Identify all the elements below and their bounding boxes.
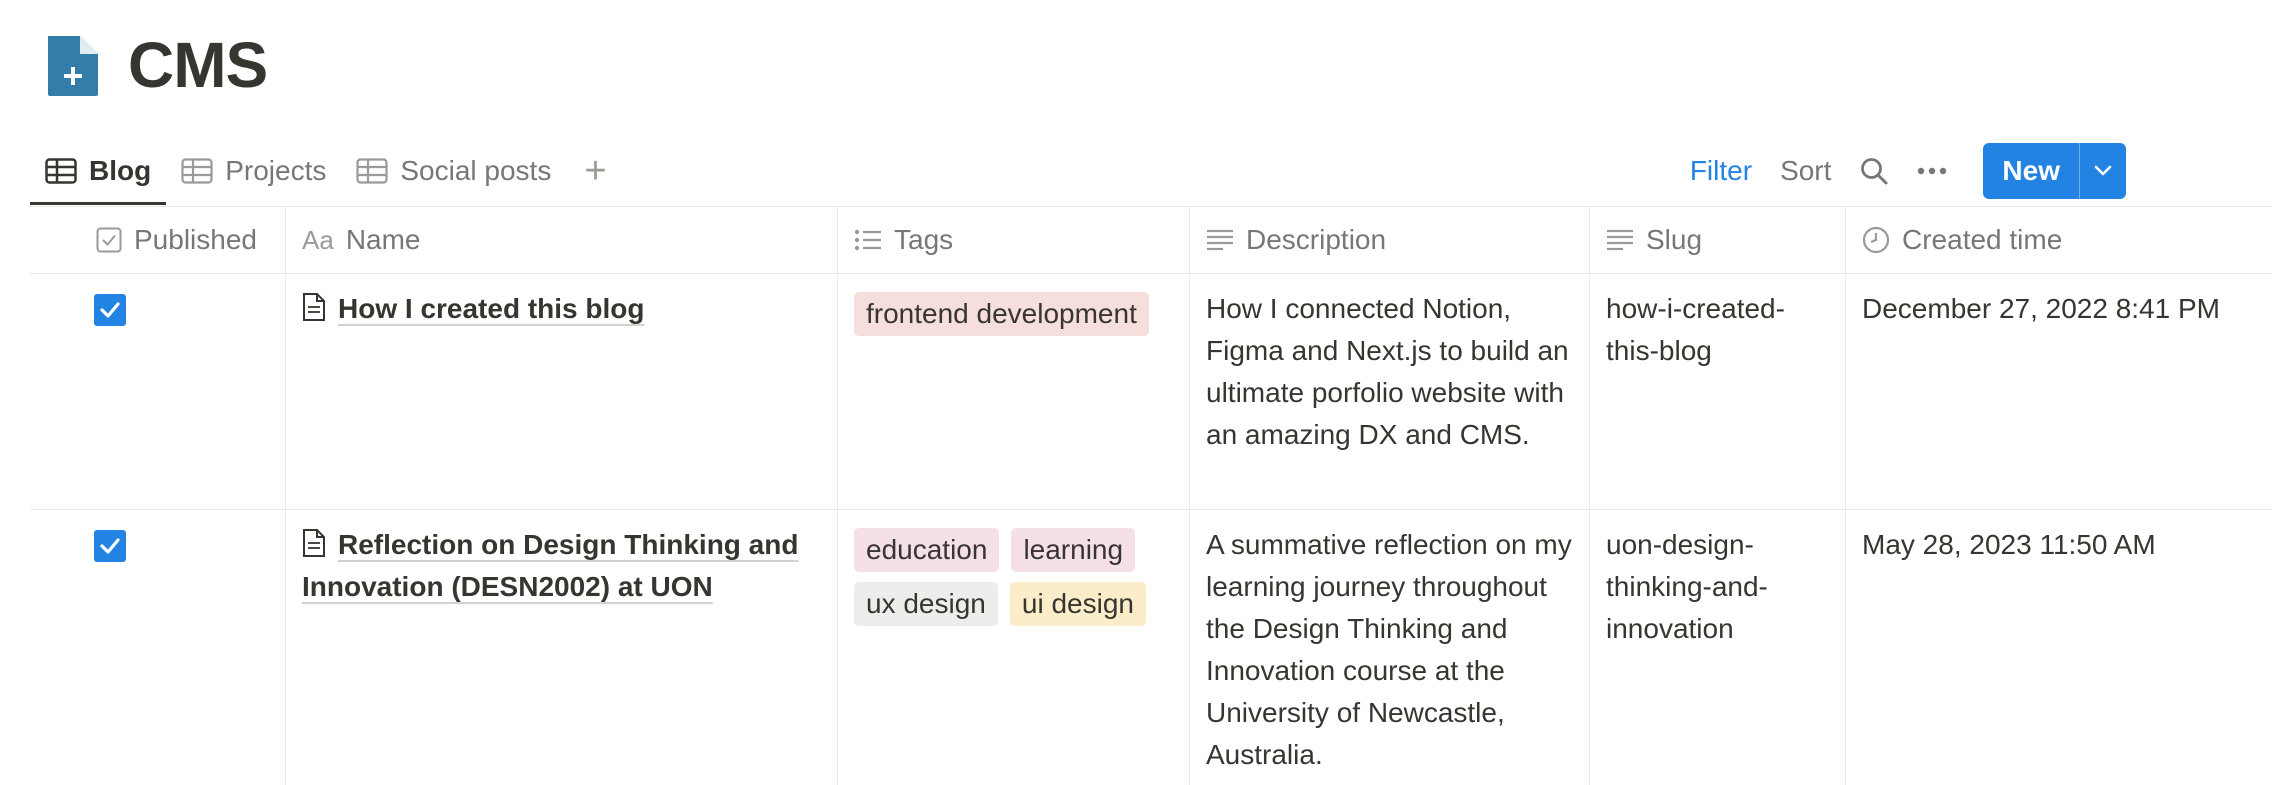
new-dropdown-button[interactable] <box>2079 143 2126 199</box>
tags-cell[interactable]: education learning ux design ui design <box>838 510 1190 785</box>
cms-database-page: CMS Blog Projects Social posts + Filter … <box>0 0 2272 785</box>
more-options-icon[interactable] <box>1917 166 1947 176</box>
new-button-group: New <box>1983 143 2126 199</box>
column-header-created-time[interactable]: Created time <box>1846 207 2272 273</box>
tab-label: Blog <box>89 155 152 186</box>
description-cell[interactable]: A summative reflection on my learning jo… <box>1190 510 1590 785</box>
page-link[interactable]: How I created this blog <box>338 293 644 324</box>
plus-icon: + <box>584 149 607 192</box>
column-label: Created time <box>1902 224 2063 255</box>
created-time-cell: May 28, 2023 11:50 AM <box>1862 529 2156 560</box>
published-cell <box>30 510 286 785</box>
table-row[interactable]: How I created this blog frontend develop… <box>30 274 2272 510</box>
page-name: How I created this blog <box>302 288 821 330</box>
slug-cell[interactable]: uon-design-thinking-and-innovation <box>1590 510 1846 785</box>
search-icon[interactable] <box>1859 156 1889 186</box>
checkmark-icon <box>100 538 120 554</box>
tag-list: frontend development <box>854 288 1173 336</box>
add-view-button[interactable]: + <box>566 137 624 205</box>
tag-education: education <box>854 528 1000 572</box>
column-header-description[interactable]: Description <box>1190 207 1590 273</box>
column-header-name[interactable]: Aa Name <box>286 207 838 273</box>
filter-button[interactable]: Filter <box>1690 155 1752 187</box>
column-label: Description <box>1246 224 1387 255</box>
page-title[interactable]: CMS <box>128 28 268 103</box>
tag-ux-design: ux design <box>854 582 998 626</box>
table-view-icon <box>181 158 213 184</box>
description-cell[interactable]: How I connected Notion, Figma and Next.j… <box>1190 274 1590 509</box>
published-cell <box>30 274 286 509</box>
published-checkbox[interactable] <box>94 530 126 562</box>
chevron-down-icon <box>2094 165 2112 176</box>
tag-list: education learning ux design ui design <box>854 524 1173 626</box>
tab-label: Projects <box>225 155 327 186</box>
created-time-cell: December 27, 2022 8:41 PM <box>1862 293 2220 324</box>
database-table: Published Aa Name Tags Description Slug … <box>30 206 2272 785</box>
checkmark-icon <box>100 302 120 318</box>
page-icon <box>303 529 325 557</box>
slug-cell[interactable]: how-i-created-this-blog <box>1590 274 1846 509</box>
published-checkbox[interactable] <box>94 294 126 326</box>
tab-label: Social posts <box>400 155 552 186</box>
text-lines-icon <box>1207 229 1233 251</box>
table-header: Published Aa Name Tags Description Slug … <box>30 206 2272 274</box>
new-button[interactable]: New <box>1983 143 2079 199</box>
view-tabs: Blog Projects Social posts + <box>30 137 625 205</box>
text-property-icon: Aa <box>302 224 334 255</box>
table-row[interactable]: Reflection on Design Thinking and Innova… <box>30 510 2272 785</box>
page-link[interactable]: Reflection on Design Thinking and Innova… <box>302 529 798 602</box>
name-cell: How I created this blog <box>286 274 838 509</box>
sort-button[interactable]: Sort <box>1780 155 1831 187</box>
name-cell: Reflection on Design Thinking and Innova… <box>286 510 838 785</box>
multi-select-icon <box>854 229 881 251</box>
column-label: Published <box>134 224 257 255</box>
page-header: CMS <box>46 28 268 103</box>
tag-learning: learning <box>1011 528 1136 572</box>
column-header-published[interactable]: Published <box>30 207 286 273</box>
table-view-icon <box>356 158 388 184</box>
tab-social-posts[interactable]: Social posts <box>341 137 566 205</box>
tab-blog[interactable]: Blog <box>30 137 167 205</box>
text-lines-icon <box>1607 229 1633 251</box>
tags-cell[interactable]: frontend development <box>838 274 1190 509</box>
page-add-icon[interactable] <box>46 35 100 96</box>
column-label: Name <box>345 224 421 255</box>
page-icon <box>303 293 325 321</box>
clock-icon <box>1862 226 1890 254</box>
column-header-tags[interactable]: Tags <box>838 207 1190 273</box>
tag-ui-design: ui design <box>1009 582 1146 626</box>
column-label: Tags <box>894 224 954 255</box>
checkbox-property-icon <box>96 227 122 253</box>
column-label: Slug <box>1646 224 1703 255</box>
table-view-icon <box>45 158 77 184</box>
tab-projects[interactable]: Projects <box>166 137 341 205</box>
tag-frontend-development: frontend development <box>854 292 1149 336</box>
page-name: Reflection on Design Thinking and Innova… <box>302 524 821 608</box>
database-toolbar: Filter Sort New <box>1662 137 2126 205</box>
column-header-slug[interactable]: Slug <box>1590 207 1846 273</box>
